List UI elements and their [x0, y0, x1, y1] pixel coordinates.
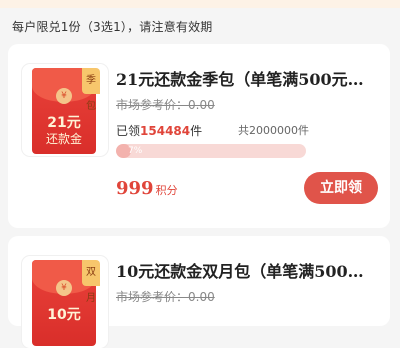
market-price-label: 市场参考价：: [116, 98, 189, 112]
exchange-notice: 每户限兑1份（3选1），请注意有效期: [12, 20, 213, 34]
product-title[interactable]: 21元还款金季包（单笔满500元可...: [116, 66, 378, 90]
total-stock: 共2000000件: [238, 124, 309, 137]
coin-icon: ¥: [56, 88, 72, 104]
points-price: 999 积分: [116, 178, 178, 199]
top-strip: [0, 0, 400, 8]
claimed-suffix: 件: [190, 124, 203, 138]
product-card[interactable]: ¥ 10元 双月 10元还款金双月包（单笔满500元... 市场参考价：0.00: [8, 236, 390, 348]
claim-progress-bar: 7%: [116, 144, 306, 158]
market-price: 市场参考价：0.00: [116, 96, 215, 113]
coin-icon: ¥: [56, 280, 72, 296]
package-tag: 双月: [82, 260, 100, 304]
claim-button[interactable]: 立即领: [304, 172, 378, 204]
claimed-number: 154484: [140, 124, 191, 138]
claimed-count: 已领154484件: [116, 122, 202, 139]
market-price: 市场参考价：0.00: [116, 288, 215, 305]
progress-percent: 7%: [128, 146, 143, 156]
product-card[interactable]: ¥ 21元 还款金 季包 21元还款金季包（单笔满500元可... 市场参考价：…: [8, 44, 390, 228]
market-price-value: 0.00: [188, 98, 215, 112]
package-tag: 季包: [82, 68, 100, 112]
price-value: 999: [116, 178, 154, 199]
price-unit: 积分: [155, 184, 178, 197]
thumbnail-subtitle: 还款金: [45, 132, 82, 146]
claimed-prefix: 已领: [116, 124, 141, 138]
product-title[interactable]: 10元还款金双月包（单笔满500元...: [116, 258, 378, 282]
product-thumbnail: ¥ 21元 还款金 季包: [22, 64, 108, 156]
product-thumbnail: ¥ 10元 双月: [22, 256, 108, 348]
market-price-value: 0.00: [188, 290, 215, 304]
market-price-label: 市场参考价：: [116, 290, 189, 304]
